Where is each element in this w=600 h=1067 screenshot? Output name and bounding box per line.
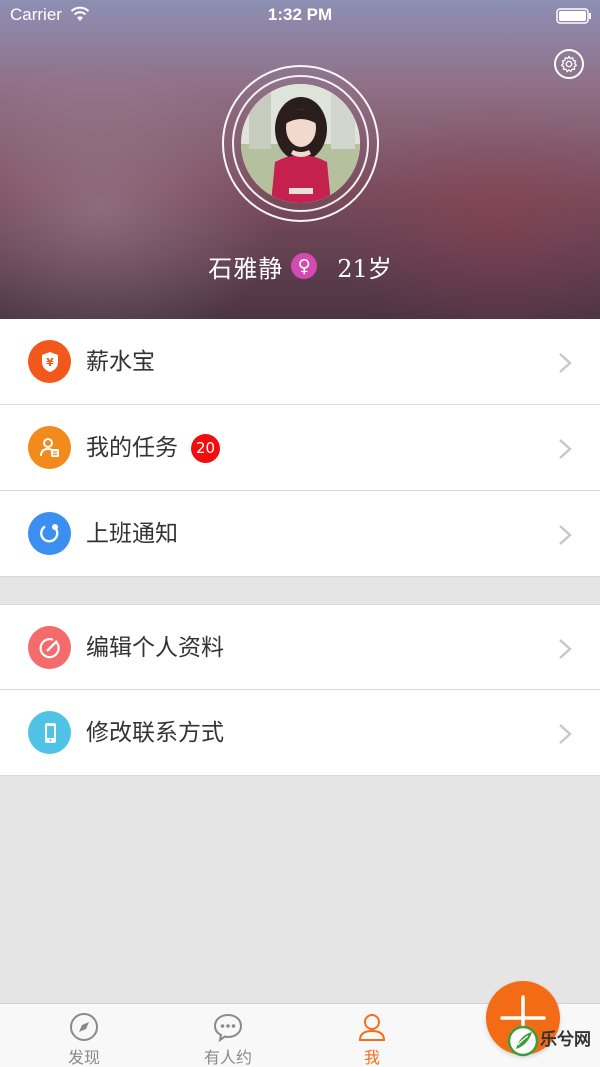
- female-icon: ♀: [291, 253, 318, 279]
- tab-me[interactable]: 我: [322, 1004, 422, 1067]
- chevron-right-icon: [559, 525, 572, 545]
- person-task-icon: [28, 426, 71, 469]
- profile-info: 石雅静 ♀ 21岁: [0, 248, 600, 284]
- menu-item-label: 上班通知: [86, 521, 178, 547]
- menu-group-settings: 编辑个人资料 修改联系方式: [0, 604, 600, 776]
- tab-label: 有人约: [203, 1048, 252, 1067]
- menu-item-label: 我的任务: [86, 435, 178, 461]
- menu-group-primary: ¥ 薪水宝 我的任务 20 上班通知: [0, 319, 600, 577]
- chevron-right-icon: [559, 639, 572, 659]
- user-age: 21岁: [337, 254, 392, 283]
- avatar-photo: [241, 84, 360, 203]
- chevron-right-icon: [559, 439, 572, 459]
- pencil-edit-icon: [28, 626, 71, 669]
- person-icon: [358, 1014, 386, 1041]
- avatar-frame: [222, 65, 379, 222]
- tab-discover[interactable]: 发现: [34, 1004, 134, 1067]
- chevron-right-icon: [559, 724, 572, 744]
- notification-count-badge: 20: [191, 434, 221, 463]
- chat-bubble-icon: [213, 1013, 243, 1042]
- menu-item-salary[interactable]: ¥ 薪水宝: [0, 319, 600, 405]
- compass-icon: [70, 1013, 98, 1041]
- menu-item-label: 薪水宝: [86, 349, 155, 375]
- menu-item-edit-contact[interactable]: 修改联系方式: [0, 690, 600, 776]
- gear-icon: [560, 55, 578, 73]
- leaf-logo-icon: [507, 1025, 539, 1057]
- battery-icon: [556, 8, 591, 24]
- watermark-logo: 乐兮网: [506, 1023, 600, 1063]
- settings-button[interactable]: [554, 49, 584, 79]
- svg-text:¥: ¥: [46, 356, 54, 369]
- menu-item-label: 编辑个人资料: [86, 635, 224, 661]
- user-name: 石雅静: [208, 254, 284, 283]
- avatar[interactable]: [241, 84, 360, 203]
- watermark-text: 乐兮网: [540, 1030, 591, 1050]
- chevron-right-icon: [559, 353, 572, 373]
- clock-label: 1:32 PM: [267, 5, 333, 24]
- refresh-icon: [28, 512, 71, 555]
- status-bar: Carrier 1:32 PM: [0, 0, 600, 30]
- phone-icon: [28, 711, 71, 754]
- tab-label: 发现: [67, 1048, 100, 1067]
- menu-item-work-notice[interactable]: 上班通知: [0, 491, 600, 577]
- shield-yen-icon: ¥: [28, 340, 71, 383]
- menu-item-my-tasks[interactable]: 我的任务 20: [0, 405, 600, 491]
- menu-item-label: 修改联系方式: [86, 720, 224, 746]
- tab-label: 我: [363, 1048, 380, 1067]
- menu-item-edit-profile[interactable]: 编辑个人资料: [0, 604, 600, 690]
- tab-someone-invites[interactable]: 有人约: [178, 1004, 278, 1067]
